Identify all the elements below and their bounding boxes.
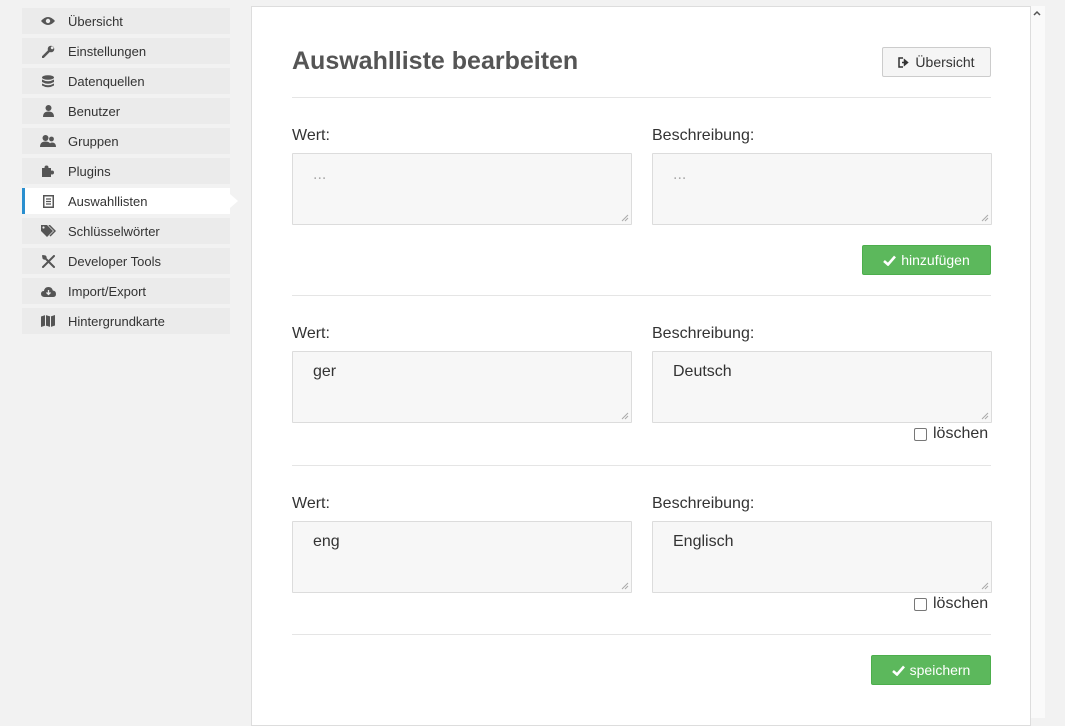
new-description-label: Beschreibung:: [652, 127, 755, 144]
tools-icon: [40, 253, 56, 269]
placeholder-text: ...: [673, 166, 687, 183]
delete-checkbox[interactable]: löschen: [914, 425, 988, 443]
eye-icon: [40, 13, 56, 29]
resize-grip-icon[interactable]: [620, 411, 629, 420]
sidebar-item-hintergrundkarte[interactable]: Hintergrundkarte: [22, 308, 230, 334]
add-button[interactable]: hinzufügen: [862, 245, 991, 275]
delete-checkbox[interactable]: löschen: [914, 595, 988, 613]
list-icon: [40, 193, 56, 209]
entry-description-input[interactable]: Deutsch: [652, 351, 992, 423]
sidebar-item-datenquellen[interactable]: Datenquellen: [22, 68, 230, 94]
sidebar-item-label: Einstellungen: [68, 43, 147, 59]
resize-grip-icon[interactable]: [980, 411, 989, 420]
check-icon: [883, 255, 897, 266]
sidebar-item-import-export[interactable]: Import/Export: [22, 278, 230, 304]
new-description-input[interactable]: ...: [652, 153, 992, 225]
entry-description-label: Beschreibung:: [652, 495, 755, 512]
users-icon: [40, 133, 56, 149]
page-title: Auswahlliste bearbeiten: [292, 47, 579, 75]
sidebar-item-gruppen[interactable]: Gruppen: [22, 128, 230, 154]
placeholder-text: ...: [313, 166, 327, 183]
sign-out-icon: [898, 56, 910, 68]
sidebar-nav: Übersicht Einstellungen Datenquellen Ben…: [22, 8, 238, 338]
sidebar-item-label: Hintergrundkarte: [68, 313, 165, 329]
add-button-label: hinzufügen: [901, 252, 970, 268]
divider: [292, 465, 991, 466]
entry-value-text: ger: [313, 363, 337, 380]
checkbox-box[interactable]: [914, 597, 927, 611]
map-icon: [40, 313, 56, 329]
sidebar-item-developer-tools[interactable]: Developer Tools: [22, 248, 230, 274]
sidebar-item-auswahllisten[interactable]: Auswahllisten: [22, 188, 238, 214]
sidebar-item-label: Import/Export: [68, 283, 147, 299]
entry-description-text: Englisch: [673, 533, 734, 550]
user-icon: [40, 103, 56, 119]
cloud-icon: [40, 283, 56, 299]
delete-label: löschen: [933, 595, 989, 612]
checkbox-box[interactable]: [914, 427, 927, 441]
new-value-label: Wert:: [292, 127, 330, 144]
scroll-up-icon[interactable]: [1032, 8, 1042, 18]
wrench-icon: [40, 43, 56, 59]
sidebar-item-label: Benutzer: [68, 103, 121, 119]
sidebar-item-benutzer[interactable]: Benutzer: [22, 98, 230, 124]
main-panel: Auswahlliste bearbeiten Übersicht Wert: …: [251, 6, 1031, 726]
overview-button[interactable]: Übersicht: [882, 47, 991, 77]
resize-grip-icon[interactable]: [620, 581, 629, 590]
sidebar-item-plugins[interactable]: Plugins: [22, 158, 230, 184]
resize-grip-icon[interactable]: [980, 213, 989, 222]
scrollbar[interactable]: [1030, 6, 1045, 718]
puzzle-icon: [40, 163, 56, 179]
entry-description-text: Deutsch: [673, 363, 732, 380]
entry-value-text: eng: [313, 533, 340, 550]
divider: [292, 295, 991, 296]
entry-value-input[interactable]: ger: [292, 351, 632, 423]
database-icon: [40, 73, 56, 89]
sidebar-item-label: Gruppen: [68, 133, 119, 149]
entry-value-label: Wert:: [292, 495, 330, 512]
tags-icon: [40, 223, 56, 239]
divider: [292, 97, 991, 98]
sidebar-item-uebersicht[interactable]: Übersicht: [22, 8, 230, 34]
delete-label: löschen: [933, 425, 989, 442]
entry-description-input[interactable]: Englisch: [652, 521, 992, 593]
sidebar-item-label: Auswahllisten: [68, 193, 148, 209]
sidebar-item-label: Developer Tools: [68, 253, 161, 269]
divider: [292, 634, 991, 635]
sidebar-item-label: Übersicht: [68, 13, 123, 29]
resize-grip-icon[interactable]: [620, 213, 629, 222]
sidebar-item-label: Plugins: [68, 163, 111, 179]
overview-button-label: Übersicht: [915, 54, 975, 70]
sidebar-item-label: Schlüsselwörter: [68, 223, 160, 239]
sidebar-item-schluesselwoerter[interactable]: Schlüsselwörter: [22, 218, 230, 244]
entry-description-label: Beschreibung:: [652, 325, 755, 342]
save-button-label: speichern: [909, 662, 971, 678]
sidebar-item-einstellungen[interactable]: Einstellungen: [22, 38, 230, 64]
entry-value-input[interactable]: eng: [292, 521, 632, 593]
resize-grip-icon[interactable]: [980, 581, 989, 590]
sidebar-item-label: Datenquellen: [68, 73, 145, 89]
entry-value-label: Wert:: [292, 325, 330, 342]
save-button[interactable]: speichern: [871, 655, 991, 685]
check-icon: [891, 665, 905, 676]
new-value-input[interactable]: ...: [292, 153, 632, 225]
